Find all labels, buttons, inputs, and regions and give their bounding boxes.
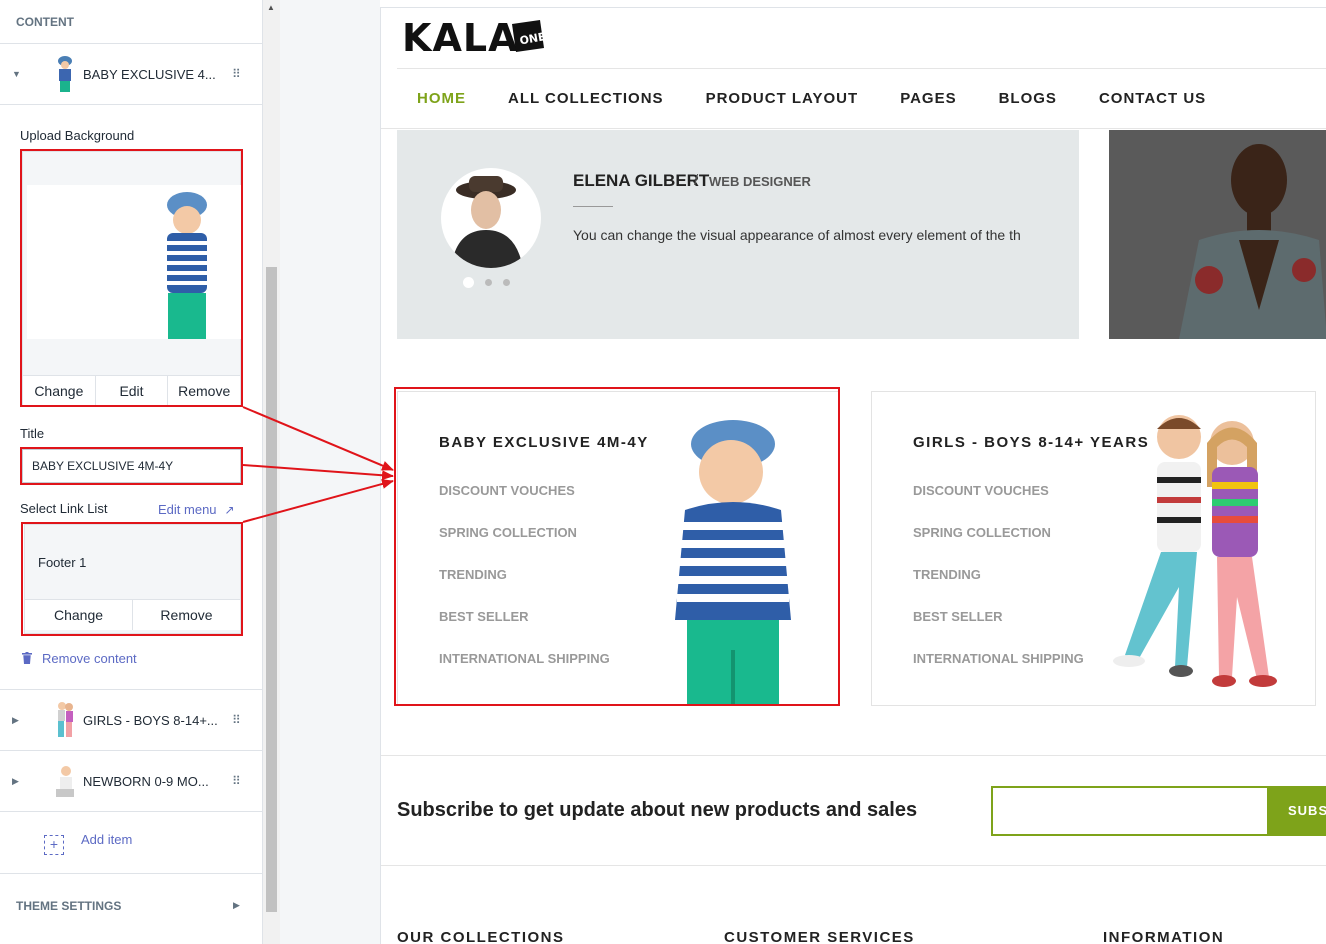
footer-heading-information: INFORMATION (1103, 929, 1225, 944)
block-row-baby-exclusive[interactable]: ▼ BABY EXCLUSIVE 4... ⠿ (0, 44, 262, 105)
highlight-link-list (21, 522, 243, 636)
nav-item-all-collections[interactable]: ALL COLLECTIONS (508, 90, 664, 107)
block-label: GIRLS - BOYS 8-14+... (83, 712, 218, 728)
subscribe-email-input[interactable] (991, 786, 1269, 836)
subscribe-text: Subscribe to get update about new produc… (397, 799, 918, 821)
editor-sidebar: CONTENT ▼ BABY EXCLUSIVE 4... ⠿ Upload B… (0, 0, 263, 944)
footer-heading-our-collections: OUR COLLECTIONS (397, 929, 565, 944)
scroll-up-icon[interactable]: ▲ (267, 3, 275, 12)
testimonial-slider: ELENA GILBERT / WEB DESIGNER You can cha… (397, 130, 1079, 339)
caret-down-icon[interactable]: ▼ (12, 69, 21, 79)
section-divider (381, 755, 1326, 756)
nav-item-contact-us[interactable]: CONTACT US (1099, 90, 1206, 107)
card-link[interactable]: DISCOUNT VOUCHES (913, 483, 1084, 525)
separator-slash: / (694, 172, 699, 189)
baby-thumbnail (58, 56, 72, 92)
fashion-photo (1109, 130, 1326, 339)
edit-menu-text[interactable]: Edit menu (158, 502, 217, 517)
slider-dots[interactable] (463, 273, 521, 291)
caret-right-icon[interactable]: ▶ (12, 715, 19, 726)
testimonial-name: ELENA GILBERT (573, 171, 710, 190)
highlight-title-input (20, 447, 243, 485)
main-navigation: HOME ALL COLLECTIONS PRODUCT LAYOUT PAGE… (417, 90, 1248, 107)
subscribe-button[interactable]: SUBS (1267, 786, 1326, 836)
logo-badge-icon: ONE (512, 20, 546, 52)
nav-item-blogs[interactable]: BLOGS (999, 90, 1057, 107)
upload-background-label: Upload Background (20, 128, 135, 143)
drag-handle-icon[interactable]: ⠿ (232, 774, 241, 788)
block-row-girls-boys[interactable]: ▶ GIRLS - BOYS 8-14+... ⠿ (0, 690, 263, 751)
select-link-list-label: Select Link List (20, 501, 108, 516)
nav-item-home[interactable]: HOME (417, 90, 466, 107)
preview-gutter (280, 0, 380, 944)
nav-item-pages[interactable]: PAGES (900, 90, 956, 107)
newborn-thumbnail (56, 766, 74, 797)
add-item-link[interactable]: + Add item (44, 832, 132, 855)
section-divider (381, 865, 1326, 866)
card-link[interactable]: BEST SELLER (913, 609, 1084, 651)
theme-settings-label: THEME SETTINGS (16, 899, 122, 913)
caret-right-icon[interactable]: ▶ (12, 776, 19, 787)
drag-handle-icon[interactable]: ⠿ (232, 67, 241, 81)
nav-divider (381, 128, 1326, 129)
man-hat-image (451, 176, 523, 268)
testimonial-quote: You can change the visual appearance of … (573, 227, 1021, 243)
remove-content-link[interactable]: Remove content (22, 651, 137, 666)
store-logo[interactable]: KALA (402, 16, 518, 60)
testimonial-avatar (441, 168, 541, 268)
block-row-newborn[interactable]: ▶ NEWBORN 0-9 MO... ⠿ (0, 751, 263, 812)
remove-content-text[interactable]: Remove content (42, 651, 137, 666)
card-link[interactable]: INTERNATIONAL SHIPPING (913, 651, 1084, 693)
girls-boys-thumbnail (58, 702, 73, 737)
man-photo-image (1109, 130, 1326, 339)
footer-heading-customer-services: CUSTOMER SERVICES (724, 929, 915, 944)
sidebar-scrollbar[interactable]: ▲ (263, 0, 280, 944)
nav-divider (397, 68, 1326, 69)
slider-dot[interactable] (485, 279, 492, 286)
testimonial-role: WEB DESIGNER (709, 174, 811, 189)
card-link[interactable]: SPRING COLLECTION (913, 525, 1084, 567)
add-item-text[interactable]: Add item (81, 832, 132, 847)
external-link-icon[interactable]: ↗ (225, 503, 235, 517)
card-link-list: DISCOUNT VOUCHES SPRING COLLECTION TREND… (913, 483, 1084, 693)
collection-card-girls-boys[interactable]: GIRLS - BOYS 8-14+ YEARS DISCOUNT VOUCHE… (871, 391, 1316, 706)
edit-menu-link[interactable]: Edit menu ↗ (158, 502, 235, 517)
nav-item-product-layout[interactable]: PRODUCT LAYOUT (706, 90, 859, 107)
block-label: BABY EXCLUSIVE 4... (83, 66, 216, 82)
theme-editor: CONTENT ▼ BABY EXCLUSIVE 4... ⠿ Upload B… (0, 0, 1326, 944)
kids-image (1113, 415, 1277, 687)
theme-settings-row[interactable]: THEME SETTINGS ▶ (0, 873, 263, 944)
title-label: Title (20, 426, 45, 441)
caret-right-icon[interactable]: ▶ (233, 900, 240, 911)
drag-handle-icon[interactable]: ⠿ (232, 713, 241, 727)
highlight-preview-card (394, 387, 840, 706)
slider-dot-active[interactable] (463, 277, 474, 288)
card-link[interactable]: TRENDING (913, 567, 1084, 609)
highlight-upload-box (20, 149, 243, 407)
block-label: NEWBORN 0-9 MO... (83, 773, 209, 789)
testimonial-rule (573, 206, 613, 207)
sidebar-header: CONTENT (0, 0, 262, 44)
scrollbar-thumb[interactable] (266, 267, 277, 912)
add-icon[interactable]: + (44, 835, 64, 855)
slider-dot[interactable] (503, 279, 510, 286)
trash-icon[interactable] (22, 652, 32, 664)
